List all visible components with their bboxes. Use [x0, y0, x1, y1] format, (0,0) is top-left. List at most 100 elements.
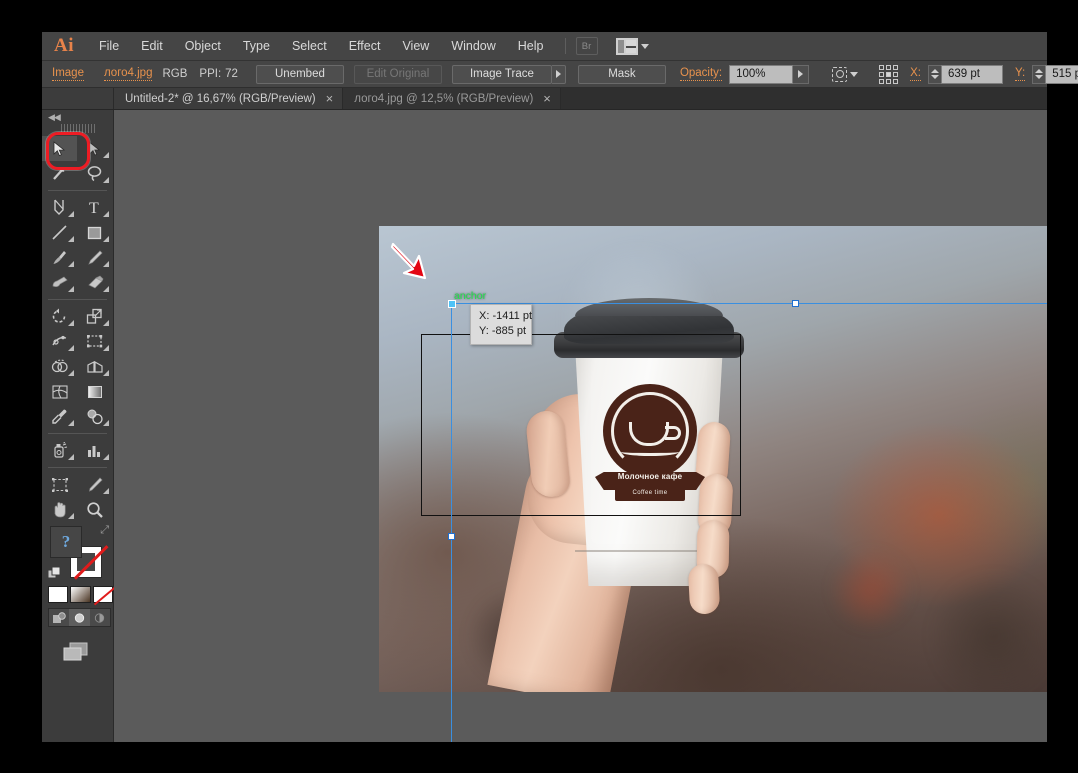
- mesh-tool[interactable]: [42, 379, 77, 404]
- logo-tagline-text: Coffee time: [632, 490, 668, 496]
- blob-brush-tool[interactable]: [42, 270, 77, 295]
- refpoint-tr[interactable]: [893, 64, 899, 70]
- eraser-tool[interactable]: [77, 270, 112, 295]
- unembed-button[interactable]: Unembed: [255, 64, 344, 84]
- tool-row: [42, 438, 113, 463]
- refpoint-bl[interactable]: [879, 78, 885, 84]
- tool-row: [42, 472, 113, 497]
- fill-color-swatch[interactable]: ?: [50, 526, 82, 558]
- image-trace-button[interactable]: Image Trace: [451, 64, 552, 84]
- toolbox-gripper[interactable]: [60, 124, 95, 133]
- y-position-input[interactable]: 515 pt: [1045, 64, 1078, 84]
- object-type-link[interactable]: Image: [52, 67, 84, 81]
- toolbox-collapse-button[interactable]: ◀◀: [42, 110, 113, 124]
- lasso-tool[interactable]: [77, 161, 112, 186]
- change-screen-mode-button[interactable]: [62, 641, 90, 663]
- ppi-value: 72: [225, 68, 238, 80]
- x-position-label[interactable]: X:: [910, 67, 921, 81]
- scale-tool[interactable]: [77, 304, 112, 329]
- tool-row: T: [42, 195, 113, 220]
- tool-row: [42, 379, 113, 404]
- tool-row: [42, 270, 113, 295]
- menu-view[interactable]: View: [391, 34, 440, 58]
- refpoint-ml[interactable]: [879, 71, 885, 77]
- isolate-selected-object-button[interactable]: [832, 66, 859, 82]
- refpoint-tl[interactable]: [879, 64, 885, 70]
- pen-tool[interactable]: [42, 195, 77, 220]
- opacity-input[interactable]: 100%: [729, 64, 794, 84]
- free-transform-tool[interactable]: [77, 329, 112, 354]
- menu-effect[interactable]: Effect: [338, 34, 392, 58]
- refpoint-bc[interactable]: [886, 78, 892, 84]
- rotate-tool[interactable]: [42, 304, 77, 329]
- menu-help[interactable]: Help: [507, 34, 555, 58]
- red-annotation-arrow: [390, 242, 427, 280]
- refpoint-br[interactable]: [893, 78, 899, 84]
- logo-cup-handle-icon: [665, 426, 681, 440]
- x-position-input[interactable]: 639 pt: [941, 64, 1003, 84]
- gradient-tool[interactable]: [77, 379, 112, 404]
- width-tool[interactable]: [42, 329, 77, 354]
- selection-tool[interactable]: [42, 136, 77, 161]
- y-stepper[interactable]: [1032, 64, 1046, 84]
- perspective-grid-tool[interactable]: [77, 354, 112, 379]
- document-tab-untitled-2[interactable]: Untitled-2* @ 16,67% (RGB/Preview) ×: [114, 88, 344, 109]
- tab-title: лого4.jpg @ 12,5% (RGB/Preview): [354, 92, 534, 105]
- none-swatch[interactable]: [92, 586, 113, 603]
- menu-type[interactable]: Type: [232, 34, 281, 58]
- tool-row: [42, 497, 113, 522]
- magic-wand-tool[interactable]: [42, 161, 77, 186]
- close-icon[interactable]: ×: [543, 92, 551, 105]
- mask-button[interactable]: Mask: [577, 64, 666, 84]
- shape-builder-tool[interactable]: [42, 354, 77, 379]
- pencil-tool[interactable]: [77, 245, 112, 270]
- line-segment-tool[interactable]: [42, 220, 77, 245]
- refpoint-mr[interactable]: [893, 71, 899, 77]
- document-tab-logo4[interactable]: лого4.jpg @ 12,5% (RGB/Preview) ×: [343, 88, 561, 109]
- swap-fill-stroke-icon[interactable]: ⤢: [100, 524, 109, 537]
- tab-title: Untitled-2* @ 16,67% (RGB/Preview): [125, 92, 316, 105]
- bridge-icon[interactable]: Br: [575, 37, 598, 55]
- symbol-sprayer-tool[interactable]: [42, 438, 77, 463]
- image-trace-dropdown-arrow[interactable]: [551, 64, 566, 84]
- column-graph-tool[interactable]: [77, 438, 112, 463]
- eyedropper-tool[interactable]: [42, 404, 77, 429]
- arrange-documents-button[interactable]: [615, 37, 649, 55]
- blend-tool[interactable]: [77, 404, 112, 429]
- hand-tool[interactable]: [42, 497, 77, 522]
- draw-inside-mode[interactable]: [90, 609, 110, 626]
- menu-window[interactable]: Window: [440, 34, 506, 58]
- type-tool[interactable]: T: [77, 195, 112, 220]
- close-icon[interactable]: ×: [326, 92, 334, 105]
- document-canvas[interactable]: Молочное кафе Coffee time anchor X: -141…: [114, 110, 1047, 742]
- logo-saucer-icon: [621, 448, 679, 456]
- opacity-label[interactable]: Opacity:: [679, 67, 723, 81]
- default-fill-stroke-icon: [48, 567, 61, 579]
- menu-edit[interactable]: Edit: [130, 34, 174, 58]
- gradient-swatch[interactable]: [70, 586, 91, 603]
- app-logo: Ai: [54, 35, 74, 56]
- rectangle-tool[interactable]: [77, 220, 112, 245]
- slice-tool[interactable]: [77, 472, 112, 497]
- direct-selection-tool[interactable]: [77, 136, 112, 161]
- menu-file[interactable]: File: [88, 34, 130, 58]
- color-swatch-white[interactable]: [48, 586, 69, 603]
- toolbox-divider: [48, 190, 107, 191]
- linked-file-link[interactable]: лого4.jpg: [103, 67, 153, 81]
- paintbrush-tool[interactable]: [42, 245, 77, 270]
- tool-row: [42, 245, 113, 270]
- menu-object[interactable]: Object: [174, 34, 232, 58]
- reference-point-selector[interactable]: [879, 64, 899, 84]
- y-position-label[interactable]: Y:: [1015, 67, 1026, 81]
- draw-behind-mode[interactable]: [69, 609, 90, 626]
- refpoint-tc[interactable]: [886, 64, 892, 70]
- zoom-tool[interactable]: [77, 497, 112, 522]
- anchor-smart-guide-label: anchor: [454, 290, 487, 302]
- toolbox-divider: [48, 433, 107, 434]
- menu-select[interactable]: Select: [281, 34, 338, 58]
- draw-normal-mode[interactable]: [49, 609, 69, 626]
- artboard-tool[interactable]: [42, 472, 77, 497]
- refpoint-center[interactable]: [886, 71, 892, 77]
- opacity-dropdown-arrow[interactable]: [793, 64, 810, 84]
- x-stepper[interactable]: [928, 64, 941, 84]
